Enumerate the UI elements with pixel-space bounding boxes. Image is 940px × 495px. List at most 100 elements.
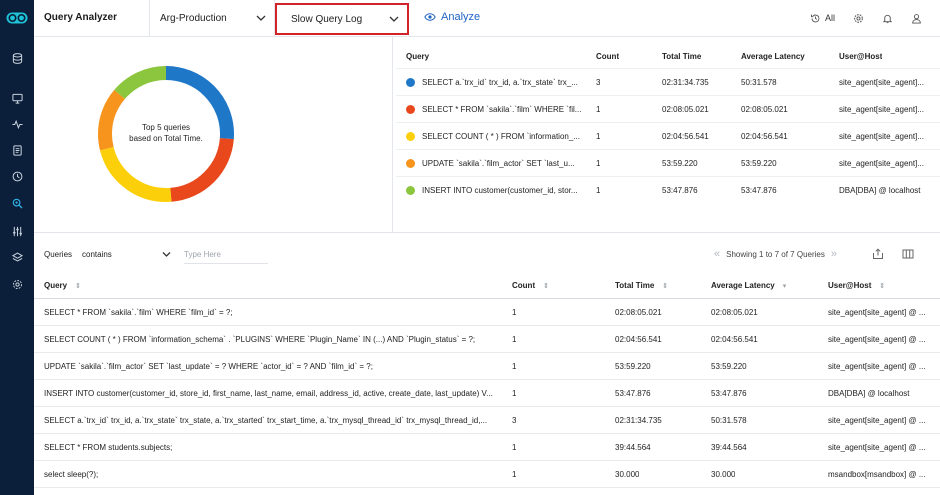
app-logo[interactable]	[0, 0, 34, 36]
server-select[interactable]: Arg-Production	[150, 0, 274, 36]
sliders-icon	[12, 226, 22, 236]
history-filter[interactable]: All	[810, 13, 835, 24]
table-row[interactable]: UPDATE `sakila`.`film_actor` SET `last_u…	[34, 353, 940, 380]
table-row[interactable]: INSERT INTO customer(customer_id, store_…	[34, 380, 940, 407]
donut-center-label: Top 5 queries based on Total Time.	[96, 122, 236, 144]
sidebar-item-report[interactable]	[0, 140, 34, 160]
top-queries-donut-chart: Top 5 queries based on Total Time.	[96, 64, 236, 204]
notifications-button[interactable]	[882, 13, 893, 24]
column-header-user-host-label: User@Host	[828, 281, 872, 290]
export-icon[interactable]	[872, 248, 884, 260]
user-icon	[912, 13, 921, 24]
count-cell: 3	[512, 416, 517, 425]
query-cell: SELECT a.`trx_id` trx_id, a.`trx_state` …	[422, 77, 578, 87]
count-cell: 1	[512, 470, 517, 479]
user-host-cell: site_agent[site_agent] @ ...	[828, 362, 926, 371]
column-header-total-time[interactable]: Total Time ⇕	[615, 281, 668, 290]
sidebar-item-layers[interactable]	[0, 247, 34, 267]
logo-icon	[6, 12, 28, 24]
avg-latency-cell: 30.000	[711, 470, 736, 479]
table-row[interactable]: SELECT a.`trx_id` trx_id, a.`trx_state` …	[396, 69, 940, 96]
sidebar-item-query-analyzer[interactable]	[0, 193, 34, 213]
columns-icon[interactable]	[902, 248, 914, 260]
activity-icon	[11, 119, 23, 129]
column-header-count[interactable]: Count ⇕	[512, 281, 549, 290]
previous-page-icon[interactable]: «	[714, 248, 720, 260]
total-time-cell: 53:47.876	[662, 186, 698, 195]
table-row[interactable]: SELECT * FROM `sakila`.`film` WHERE `fil…	[396, 96, 940, 123]
series-color-dot	[406, 132, 415, 141]
total-time-cell: 53:47.876	[615, 389, 651, 398]
log-type-select[interactable]: Slow Query Log	[275, 3, 409, 35]
series-color-dot	[406, 186, 415, 195]
sidebar-item-database[interactable]	[0, 48, 34, 68]
sidebar-item-history[interactable]	[0, 166, 34, 186]
pagination: « Showing 1 to 7 of 7 Queries »	[714, 248, 837, 260]
table-row[interactable]: SELECT COUNT ( * ) FROM `information_...…	[396, 123, 940, 150]
filter-operator-select[interactable]: contains	[82, 250, 112, 259]
divider	[392, 37, 393, 233]
query-cell: SELECT COUNT ( * ) FROM `information_sch…	[44, 335, 476, 344]
total-time-cell: 02:04:56.541	[615, 335, 662, 344]
avg-latency-cell: 02:04:56.541	[741, 131, 788, 141]
table-row[interactable]: select sleep(?); 1 30.000 30.000 msandbo…	[34, 461, 940, 488]
avg-latency-cell: 53:59.220	[711, 362, 747, 371]
column-header-user-host[interactable]: User@Host ⇕	[828, 281, 885, 290]
history-filter-label: All	[824, 13, 835, 23]
sidebar-item-settings[interactable]	[0, 274, 34, 294]
count-cell: 3	[596, 77, 601, 87]
table-row[interactable]: SELECT a.`trx_id` trx_id, a.`trx_state` …	[34, 407, 940, 434]
sidebar-item-activity[interactable]	[0, 114, 34, 134]
query-cell: SELECT * FROM students.subjects;	[44, 443, 173, 452]
filter-search-input[interactable]	[184, 246, 268, 264]
analyze-button[interactable]: Analyze	[424, 11, 480, 23]
filter-field-label: Queries	[44, 250, 73, 259]
series-color-dot	[406, 105, 415, 114]
chevron-down-icon	[389, 16, 399, 22]
count-cell: 1	[596, 104, 601, 114]
count-cell: 1	[512, 389, 517, 398]
sort-icon: ⇕	[543, 283, 549, 290]
count-cell: 1	[596, 186, 601, 195]
gear-icon	[854, 13, 863, 23]
user-host-cell: site_agent[site_agent] @ ...	[828, 308, 926, 317]
sidebar-item-monitor[interactable]	[0, 88, 34, 108]
sort-icon: ⇕	[75, 283, 81, 290]
sort-icon: ⇕	[662, 283, 669, 290]
query-analyzer-icon	[12, 198, 22, 208]
avg-latency-cell: 53:59.220	[741, 158, 777, 168]
query-cell: UPDATE `sakila`.`film_actor` SET `last_u…	[44, 362, 373, 371]
table-row[interactable]: UPDATE `sakila`.`film_actor` SET `last_u…	[396, 150, 940, 177]
settings-button[interactable]	[853, 13, 864, 24]
count-cell: 1	[512, 443, 517, 452]
chevron-down-icon[interactable]	[162, 251, 171, 258]
next-page-icon[interactable]: »	[831, 248, 837, 260]
table-row[interactable]: SELECT * FROM `sakila`.`film` WHERE `fil…	[34, 299, 940, 326]
sidebar-item-sliders[interactable]	[0, 221, 34, 241]
table-row[interactable]: INSERT INTO customer(customer_id, stor..…	[396, 177, 940, 204]
column-header-average-latency[interactable]: Average Latency ▾	[711, 281, 786, 290]
column-header-average-latency-label: Average Latency	[711, 281, 775, 290]
column-header-query: Query	[406, 52, 430, 61]
avg-latency-cell: 02:08:05.021	[741, 104, 788, 114]
chevron-down-icon	[256, 15, 266, 21]
sort-desc-icon: ▾	[782, 283, 787, 290]
query-cell: select sleep(?);	[44, 470, 99, 479]
user-host-cell: DBA[DBA] @ localhost	[839, 186, 921, 195]
column-header-query[interactable]: Query ⇕	[44, 281, 81, 290]
user-button[interactable]	[911, 13, 922, 24]
total-time-cell: 02:31:34.735	[662, 77, 709, 87]
bell-icon	[882, 14, 893, 23]
column-header-count-label: Count	[512, 281, 536, 290]
query-cell: SELECT * FROM `sakila`.`film` WHERE `fil…	[44, 308, 233, 317]
user-host-cell: site_agent[site_agent] @ ...	[828, 335, 926, 344]
top-right-actions: All	[810, 0, 940, 36]
column-header-total-time: Total Time	[662, 52, 702, 61]
query-cell: SELECT a.`trx_id` trx_id, a.`trx_state` …	[44, 416, 488, 425]
query-cell: INSERT INTO customer(customer_id, stor..…	[422, 186, 578, 195]
top-queries-table: Query Count Total Time Average Latency U…	[396, 45, 940, 204]
history-icon	[810, 14, 820, 22]
table-row[interactable]: SELECT COUNT ( * ) FROM `information_sch…	[34, 326, 940, 353]
total-time-cell: 30.000	[615, 470, 640, 479]
table-row[interactable]: SELECT * FROM students.subjects; 1 39:44…	[34, 434, 940, 461]
